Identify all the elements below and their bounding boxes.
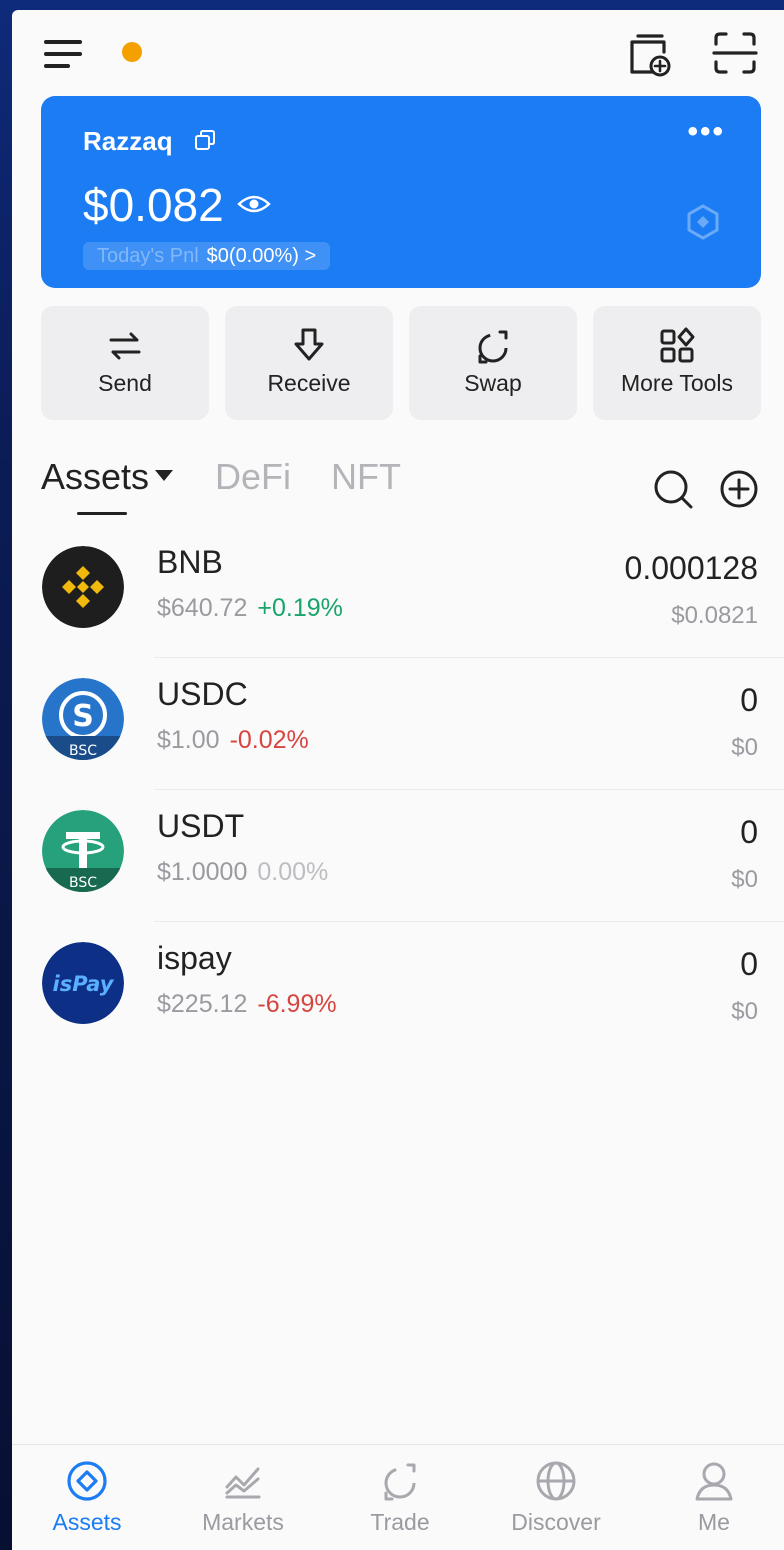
discover-icon xyxy=(536,1461,576,1501)
asset-symbol: USDT xyxy=(157,808,245,844)
more-tools-label: More Tools xyxy=(620,370,734,396)
price-value: $640.72 xyxy=(157,594,248,622)
nav-label: Me xyxy=(698,1509,730,1535)
todays-pnl[interactable]: Today's Pnl $0(0.00%) > xyxy=(83,242,331,270)
asset-row-ispay[interactable]: isPay ispay $225.12 -6.99% 0 $0 xyxy=(12,922,784,1054)
swap-icon xyxy=(478,330,508,364)
asset-amount: 0 xyxy=(740,946,758,982)
bsc-badge-text: BSC xyxy=(69,875,97,891)
bottom-nav: Assets Markets Trade Discover Me xyxy=(12,1444,784,1550)
asset-row-usdt[interactable]: BSC USDT $1.0000 0.00% 0 $0 xyxy=(12,790,784,922)
more-options-icon[interactable]: ••• xyxy=(687,117,725,147)
swap-button[interactable]: Swap xyxy=(409,306,577,420)
asset-price: $1.0000 0.00% xyxy=(157,858,328,887)
nav-label: Trade xyxy=(370,1509,430,1535)
nav-trade[interactable]: Trade xyxy=(340,1459,460,1536)
caret-down-icon xyxy=(155,469,174,481)
eye-icon[interactable] xyxy=(237,192,271,216)
markets-icon xyxy=(225,1467,261,1499)
asset-value: $0 xyxy=(731,734,758,761)
asset-symbol: ispay xyxy=(157,940,232,976)
price-value: $225.12 xyxy=(157,990,248,1018)
wallet-add-icon[interactable] xyxy=(624,28,676,80)
asset-price: $1.00 -0.02% xyxy=(157,726,309,755)
usdc-logo-icon: S BSC xyxy=(42,678,124,760)
search-icon[interactable] xyxy=(652,468,694,510)
bnb-logo-icon xyxy=(42,546,124,628)
price-change: 0.00% xyxy=(257,858,329,886)
active-tab-indicator xyxy=(77,512,127,515)
more-tools-button[interactable]: More Tools xyxy=(593,306,761,420)
ispay-logo-text: isPay xyxy=(53,972,115,996)
asset-symbol: BNB xyxy=(157,544,223,580)
tab-assets[interactable]: Assets xyxy=(41,456,174,498)
price-value: $1.0000 xyxy=(157,858,248,886)
receive-button[interactable]: Receive xyxy=(225,306,393,420)
profile-icon xyxy=(695,1462,733,1501)
pnl-value: $0(0.00%) > xyxy=(206,244,317,267)
svg-text:S: S xyxy=(72,699,94,734)
bsc-badge-text: BSC xyxy=(69,743,97,759)
send-icon xyxy=(109,332,141,360)
asset-symbol: USDC xyxy=(157,676,248,712)
usdt-logo-icon: BSC xyxy=(42,810,124,892)
price-value: $1.00 xyxy=(157,726,220,754)
account-name: Razzaq xyxy=(83,126,173,156)
assets-icon xyxy=(67,1461,107,1501)
quick-actions: Send Receive Swap More Tools xyxy=(41,306,761,420)
nav-me[interactable]: Me xyxy=(654,1459,774,1536)
asset-value: $0.0821 xyxy=(671,602,758,629)
asset-row-bnb[interactable]: BNB $640.72 +0.19% 0.000128 $0.0821 xyxy=(12,526,784,658)
nav-discover[interactable]: Discover xyxy=(496,1459,616,1536)
tab-nft[interactable]: NFT xyxy=(331,456,401,498)
bnb-watermark-icon xyxy=(687,204,719,240)
price-change: +0.19% xyxy=(257,594,343,622)
tab-defi[interactable]: DeFi xyxy=(215,456,291,498)
asset-row-usdc[interactable]: S BSC USDC $1.00 -0.02% 0 $0 xyxy=(12,658,784,790)
notification-dot xyxy=(122,42,142,62)
menu-icon[interactable] xyxy=(42,36,86,72)
ispay-logo-icon: isPay xyxy=(42,942,124,1024)
nav-label: Discover xyxy=(511,1509,601,1535)
trade-icon xyxy=(384,1463,416,1501)
asset-price: $225.12 -6.99% xyxy=(157,990,337,1019)
asset-price: $640.72 +0.19% xyxy=(157,594,343,623)
tab-assets-label: Assets xyxy=(41,456,150,497)
copy-icon[interactable] xyxy=(193,128,217,152)
nav-label: Assets xyxy=(52,1509,122,1535)
receive-icon xyxy=(294,328,324,361)
send-label: Send xyxy=(98,370,152,396)
price-change: -0.02% xyxy=(229,726,309,754)
grid-icon xyxy=(660,327,695,363)
pnl-label: Today's Pnl xyxy=(97,244,199,267)
balance-card[interactable]: Razzaq ••• $0.082 Today's Pnl $0(0.00%) … xyxy=(41,96,761,288)
nav-markets[interactable]: Markets xyxy=(183,1459,303,1536)
asset-value: $0 xyxy=(731,998,758,1025)
top-bar xyxy=(12,10,784,96)
price-change: -6.99% xyxy=(257,990,337,1018)
total-balance: $0.082 xyxy=(83,179,224,231)
nav-label: Markets xyxy=(202,1509,284,1535)
swap-label: Swap xyxy=(464,370,522,396)
asset-amount: 0 xyxy=(740,682,758,718)
scan-icon[interactable] xyxy=(710,28,760,78)
app-screen: Razzaq ••• $0.082 Today's Pnl $0(0.00%) … xyxy=(12,10,784,1550)
asset-value: $0 xyxy=(731,866,758,893)
nav-assets[interactable]: Assets xyxy=(27,1459,147,1536)
asset-amount: 0.000128 xyxy=(624,550,758,586)
asset-amount: 0 xyxy=(740,814,758,850)
send-button[interactable]: Send xyxy=(41,306,209,420)
receive-label: Receive xyxy=(267,370,351,396)
add-token-icon[interactable] xyxy=(718,468,760,510)
